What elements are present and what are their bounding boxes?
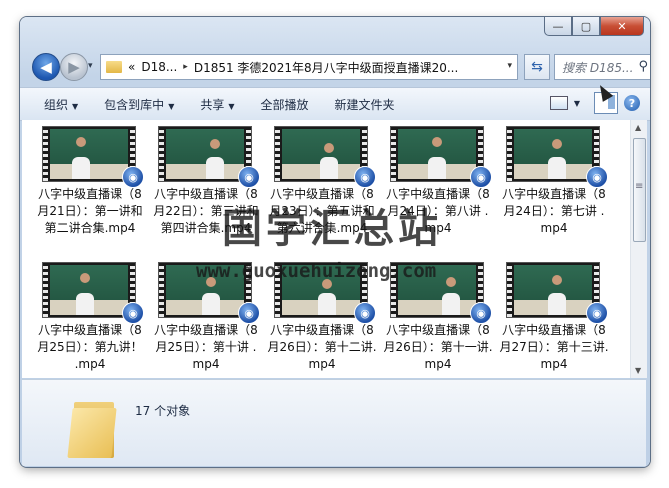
item-count: 17 个对象 <box>135 404 191 418</box>
video-thumbnail[interactable]: ◉ <box>42 262 144 324</box>
scroll-up-icon[interactable]: ▲ <box>635 123 641 132</box>
minimize-button[interactable]: — <box>544 17 572 36</box>
details-pane: 17 个对象 <box>22 379 646 466</box>
video-thumbnail[interactable]: ◉ <box>506 262 608 324</box>
file-name: 八字中级直播课（8月25日）：第十讲 .mp4 <box>154 323 258 371</box>
breadcrumb-separator-icon[interactable]: ▸ <box>183 62 188 72</box>
video-thumbnail[interactable]: ◉ <box>42 126 144 188</box>
media-player-icon: ◉ <box>470 166 492 188</box>
chevron-down-icon: ▼ <box>228 101 235 111</box>
media-player-icon: ◉ <box>122 302 144 324</box>
file-name: 八字中级直播课（8月24日）：第七讲 .mp4 <box>502 187 606 235</box>
command-bar: 组织 ▼ 包含到库中 ▼ 共享 ▼ 全部播放 新建文件夹 ▼ ? <box>20 87 650 121</box>
folder-icon <box>106 61 122 73</box>
file-item[interactable]: ◉ 八字中级直播课（8月27日）：第十三讲.mp4 <box>498 262 610 373</box>
watermark-title: 国学汇总站 <box>222 206 442 252</box>
breadcrumb-segment-1[interactable]: D18... <box>141 60 177 74</box>
file-name: 八字中级直播课（8月21日）：第一讲和第二讲合集.mp4 <box>37 187 143 235</box>
search-input[interactable]: 搜索 D185... <box>562 59 633 76</box>
file-name: 八字中级直播课（8月27日）：第十三讲.mp4 <box>499 323 609 371</box>
organize-menu[interactable]: 组织 ▼ <box>44 96 78 113</box>
file-name: 八字中级直播课（8月26日）：第十一讲.mp4 <box>383 323 493 371</box>
close-button[interactable]: ✕ <box>600 17 644 36</box>
media-player-icon: ◉ <box>354 166 376 188</box>
address-prefix[interactable]: « <box>128 60 135 74</box>
video-thumbnail[interactable]: ◉ <box>158 126 260 188</box>
media-player-icon: ◉ <box>586 166 608 188</box>
help-icon[interactable]: ? <box>624 95 640 111</box>
media-player-icon: ◉ <box>470 302 492 324</box>
back-button[interactable]: ◀ <box>32 53 60 81</box>
chevron-down-icon: ▼ <box>72 101 79 111</box>
file-item[interactable]: ◉ 八字中级直播课（8月25日）：第九讲！ .mp4 <box>34 262 146 373</box>
video-thumbnail[interactable]: ◉ <box>506 126 608 188</box>
video-thumbnail[interactable]: ◉ <box>390 126 492 188</box>
file-name: 八字中级直播课（8月25日）：第九讲！ .mp4 <box>37 323 143 371</box>
media-player-icon: ◉ <box>238 166 260 188</box>
caption-buttons: — ▢ ✕ <box>544 17 644 36</box>
address-bar[interactable]: « D18... ▸ D1851 李德2021年8月八字中级面授直播课20...… <box>100 54 518 80</box>
video-thumbnail[interactable]: ◉ <box>274 126 376 188</box>
play-all-button[interactable]: 全部播放 <box>261 96 309 113</box>
file-item[interactable]: ◉ 八字中级直播课（8月24日）：第七讲 .mp4 <box>498 126 610 237</box>
include-in-library-menu[interactable]: 包含到库中 ▼ <box>104 96 174 113</box>
navigation-bar: ◀ ▶ ▾ « D18... ▸ D1851 李德2021年8月八字中级面授直播… <box>28 51 650 81</box>
scroll-down-icon[interactable]: ▼ <box>635 366 641 375</box>
change-view-icon[interactable] <box>549 96 568 110</box>
vertical-scrollbar[interactable]: ▲ ▼ <box>630 120 647 378</box>
file-item[interactable]: ◉ 八字中级直播课（8月21日）：第一讲和第二讲合集.mp4 <box>34 126 146 237</box>
forward-button[interactable]: ▶ <box>60 53 88 81</box>
search-icon[interactable]: ⚲ <box>638 59 648 74</box>
refresh-button[interactable]: ⇆ <box>524 54 550 80</box>
breadcrumb-segment-2[interactable]: D1851 李德2021年8月八字中级面授直播课20... <box>194 59 458 76</box>
watermark-url: www.guoxuehuizong.com <box>196 260 437 282</box>
file-name: 八字中级直播课（8月26日）：第十二讲.mp4 <box>267 323 377 371</box>
chevron-down-icon: ▼ <box>168 101 175 111</box>
new-folder-button[interactable]: 新建文件夹 <box>335 96 395 113</box>
scrollbar-thumb[interactable] <box>633 138 646 242</box>
view-options-dropdown[interactable]: ▼ <box>574 99 580 108</box>
maximize-button[interactable]: ▢ <box>572 17 600 36</box>
address-dropdown-icon[interactable]: ▾ <box>507 61 512 71</box>
media-player-icon: ◉ <box>354 302 376 324</box>
view-controls: ▼ ? <box>549 92 640 114</box>
search-box[interactable]: 搜索 D185... ⚲ <box>554 54 650 80</box>
media-player-icon: ◉ <box>122 166 144 188</box>
folder-icon <box>67 398 118 460</box>
share-menu[interactable]: 共享 ▼ <box>200 96 234 113</box>
media-player-icon: ◉ <box>238 302 260 324</box>
media-player-icon: ◉ <box>586 302 608 324</box>
recent-pages-dropdown[interactable]: ▾ <box>88 61 93 71</box>
